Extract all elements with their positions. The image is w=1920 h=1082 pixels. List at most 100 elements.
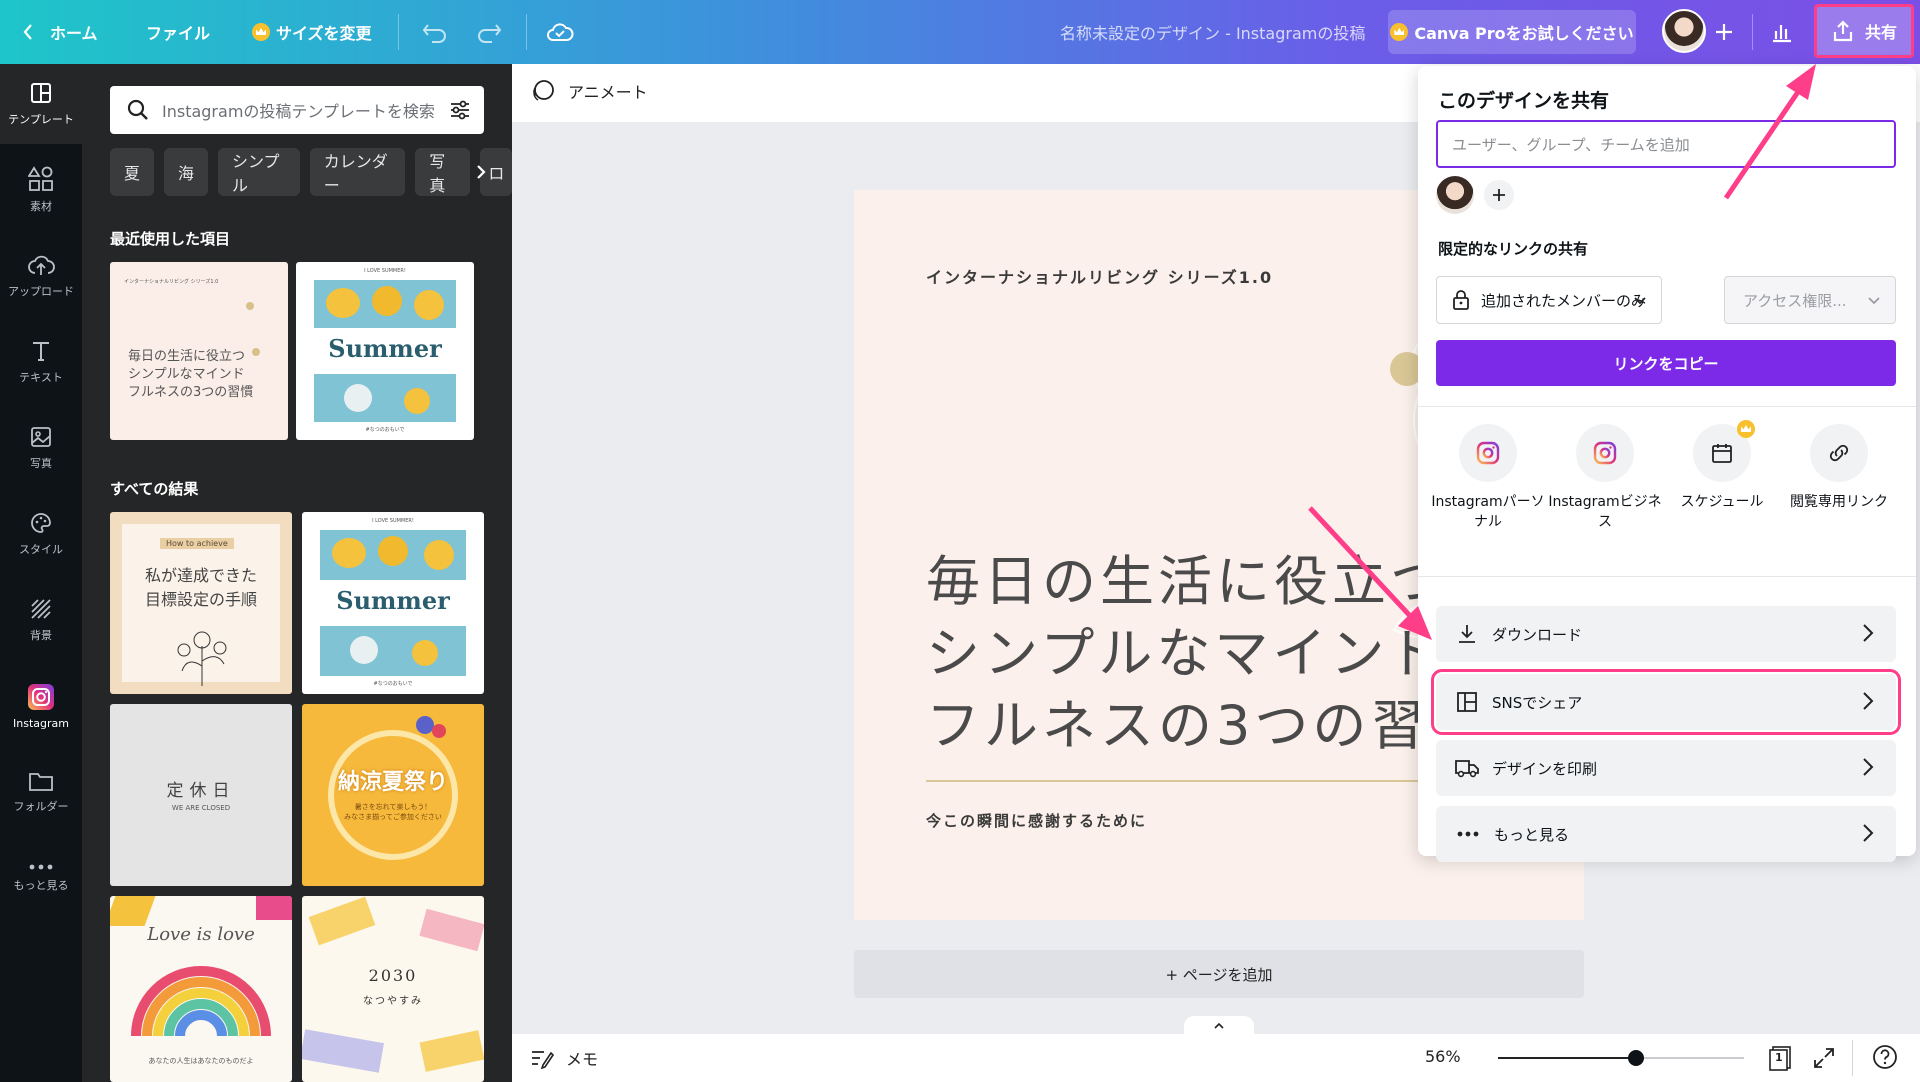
more-dots-icon bbox=[29, 864, 53, 870]
help-icon bbox=[1873, 1045, 1897, 1069]
undo-button[interactable] bbox=[422, 0, 448, 64]
sns-label: Instagramビジネス bbox=[1548, 494, 1662, 530]
top-bar: ホーム ファイル サイズを変更 名称未設定のデザイン - Instagramの投… bbox=[0, 0, 1920, 64]
chip[interactable]: 写真 bbox=[415, 148, 471, 196]
sns-label: スケジュール bbox=[1680, 494, 1764, 510]
help-button[interactable] bbox=[1872, 1044, 1898, 1074]
rail-photos-label: 写真 bbox=[30, 457, 52, 470]
search-input[interactable]: Instagramの投稿テンプレートを検索 bbox=[162, 98, 435, 122]
cloud-save-status[interactable] bbox=[546, 0, 574, 64]
share-button[interactable]: 共有 bbox=[1814, 4, 1914, 58]
print-row[interactable]: デザインを印刷 bbox=[1436, 740, 1896, 796]
chips-scroll-right[interactable] bbox=[470, 158, 492, 186]
redo-icon bbox=[478, 24, 502, 43]
filter-sliders-icon[interactable] bbox=[448, 98, 472, 122]
resize-button[interactable]: サイズを変更 bbox=[252, 0, 372, 64]
template-thumbnail[interactable]: I LOVE SUMMER! Summer #なつのおもいで bbox=[296, 262, 474, 440]
more-dots-icon bbox=[1457, 831, 1479, 837]
template-thumbnail[interactable]: 定休日 WE ARE CLOSED bbox=[110, 704, 292, 886]
chevron-left-icon bbox=[23, 24, 32, 40]
permission-select[interactable]: アクセス権限... bbox=[1724, 276, 1896, 324]
add-people-input[interactable]: ユーザー、グループ、チームを追加 bbox=[1436, 120, 1896, 168]
template-thumbnail[interactable]: インターナショナルリビング シリーズ1.0 毎日の生活に役立つ シンプルなマイン… bbox=[110, 262, 288, 440]
insights-button[interactable] bbox=[1770, 0, 1794, 64]
avatar[interactable] bbox=[1662, 9, 1706, 53]
rail-background[interactable]: 背景 bbox=[0, 580, 82, 660]
download-row[interactable]: ダウンロード bbox=[1436, 606, 1896, 662]
show-pages-handle[interactable] bbox=[1184, 1016, 1254, 1036]
cloud-check-icon bbox=[547, 23, 574, 41]
template-thumbnail[interactable]: 2030 なつやすみ bbox=[302, 896, 484, 1082]
headline-line: フルネスの3つの習 bbox=[926, 694, 1429, 757]
page-count-button[interactable]: 1 bbox=[1766, 1044, 1794, 1072]
link-access-select[interactable]: 追加されたメンバーのみ bbox=[1436, 276, 1662, 324]
chevron-right-icon bbox=[477, 165, 486, 179]
chip[interactable]: 海 bbox=[164, 148, 209, 196]
instagram-icon bbox=[1593, 441, 1617, 465]
zoom-value[interactable]: 56% bbox=[1425, 1047, 1461, 1066]
document-title[interactable]: 名称未設定のデザイン - Instagramの投稿 bbox=[1060, 0, 1365, 64]
thumb-badge: How to achieve bbox=[160, 538, 234, 549]
rail-elements[interactable]: 素材 bbox=[0, 150, 82, 230]
redo-button[interactable] bbox=[476, 0, 502, 64]
divider bbox=[1852, 1040, 1853, 1076]
notes-button[interactable]: メモ bbox=[530, 1046, 598, 1070]
member-avatar[interactable] bbox=[1436, 176, 1474, 214]
rail-instagram-label: Instagram bbox=[13, 716, 69, 730]
fullscreen-button[interactable] bbox=[1812, 1046, 1836, 1074]
share-instagram-business[interactable]: Instagramビジネス bbox=[1547, 424, 1663, 532]
add-page-button[interactable]: + ページを追加 bbox=[854, 950, 1584, 998]
summer-title: Summer bbox=[328, 334, 442, 363]
plus-icon bbox=[1716, 24, 1732, 40]
rail-more-label: もっと見る bbox=[13, 879, 69, 892]
rail-uploads[interactable]: アップロード bbox=[0, 236, 82, 316]
home-button[interactable]: ホーム bbox=[22, 0, 98, 64]
zoom-slider-handle[interactable] bbox=[1627, 1050, 1644, 1066]
share-instagram-personal[interactable]: Instagramパーソナル bbox=[1430, 424, 1546, 532]
rail-styles[interactable]: スタイル bbox=[0, 494, 82, 574]
template-thumbnail[interactable]: How to achieve 私が達成できた 目標設定の手順 bbox=[110, 512, 292, 694]
copy-link-button[interactable]: リンクをコピー bbox=[1436, 340, 1896, 386]
animate-button[interactable]: アニメート bbox=[530, 78, 648, 104]
add-member-button[interactable] bbox=[1484, 180, 1514, 210]
template-thumbnail[interactable]: 納涼夏祭り 暑さを忘れて楽しもう！ みなさま揃ってご参加ください bbox=[302, 704, 484, 886]
page-subtitle[interactable]: 今この瞬間に感謝するために bbox=[926, 810, 1147, 831]
chevron-down-icon bbox=[1868, 297, 1880, 305]
thumb-top-text: I LOVE SUMMER! bbox=[364, 268, 406, 274]
sns-share-row[interactable]: SNSでシェア bbox=[1431, 669, 1901, 735]
rail-instagram[interactable]: Instagram bbox=[0, 666, 82, 746]
sns-share-label: SNSでシェア bbox=[1492, 693, 1583, 712]
add-people-placeholder: ユーザー、グループ、チームを追加 bbox=[1452, 135, 1690, 154]
resize-label: サイズを変更 bbox=[276, 24, 372, 43]
share-title: このデザインを共有 bbox=[1438, 90, 1610, 112]
chip[interactable]: 夏 bbox=[110, 148, 155, 196]
more-row[interactable]: もっと見る bbox=[1436, 806, 1896, 862]
template-thumbnail[interactable]: I LOVE SUMMER! Summer #なつのおもいで bbox=[302, 512, 484, 694]
invite-plus-button[interactable] bbox=[1714, 0, 1734, 64]
page-series-text[interactable]: インターナショナルリビング シリーズ1.0 bbox=[926, 264, 1273, 288]
share-view-only-link[interactable]: 閲覧専用リンク bbox=[1781, 424, 1897, 512]
chip[interactable]: カレンダー bbox=[309, 148, 406, 196]
notes-label: メモ bbox=[566, 1050, 599, 1069]
template-thumbnail[interactable]: Love is love あなたの人生はあなたのものだよ bbox=[110, 896, 292, 1082]
print-label: デザインを印刷 bbox=[1492, 759, 1598, 778]
chevron-up-icon bbox=[1214, 1022, 1224, 1029]
share-schedule[interactable]: スケジュール bbox=[1664, 420, 1780, 512]
animate-icon bbox=[533, 80, 554, 101]
zoom-slider[interactable] bbox=[1498, 1050, 1744, 1066]
rail-text[interactable]: テキスト bbox=[0, 322, 82, 402]
cloud-upload-icon bbox=[28, 255, 55, 275]
rainbow-illustration bbox=[131, 966, 271, 1037]
rail-photos[interactable]: 写真 bbox=[0, 408, 82, 488]
rail-more[interactable]: もっと見る bbox=[0, 838, 82, 918]
page-headline[interactable]: 毎日の生活に役立つ シンプルなマインド フルネスの3つの習 bbox=[926, 546, 1448, 762]
try-pro-button[interactable]: Canva Proをお試しください bbox=[1388, 10, 1636, 54]
rail-folder[interactable]: フォルダー bbox=[0, 752, 82, 832]
chip[interactable]: シンプル bbox=[218, 148, 300, 196]
sns-label: 閲覧専用リンク bbox=[1790, 494, 1888, 510]
file-menu[interactable]: ファイル bbox=[146, 0, 210, 64]
rail-templates[interactable]: テンプレート bbox=[0, 64, 82, 144]
template-search[interactable]: Instagramの投稿テンプレートを検索 bbox=[110, 86, 484, 134]
permission-value: アクセス権限... bbox=[1743, 291, 1847, 310]
photo-block bbox=[314, 374, 456, 422]
